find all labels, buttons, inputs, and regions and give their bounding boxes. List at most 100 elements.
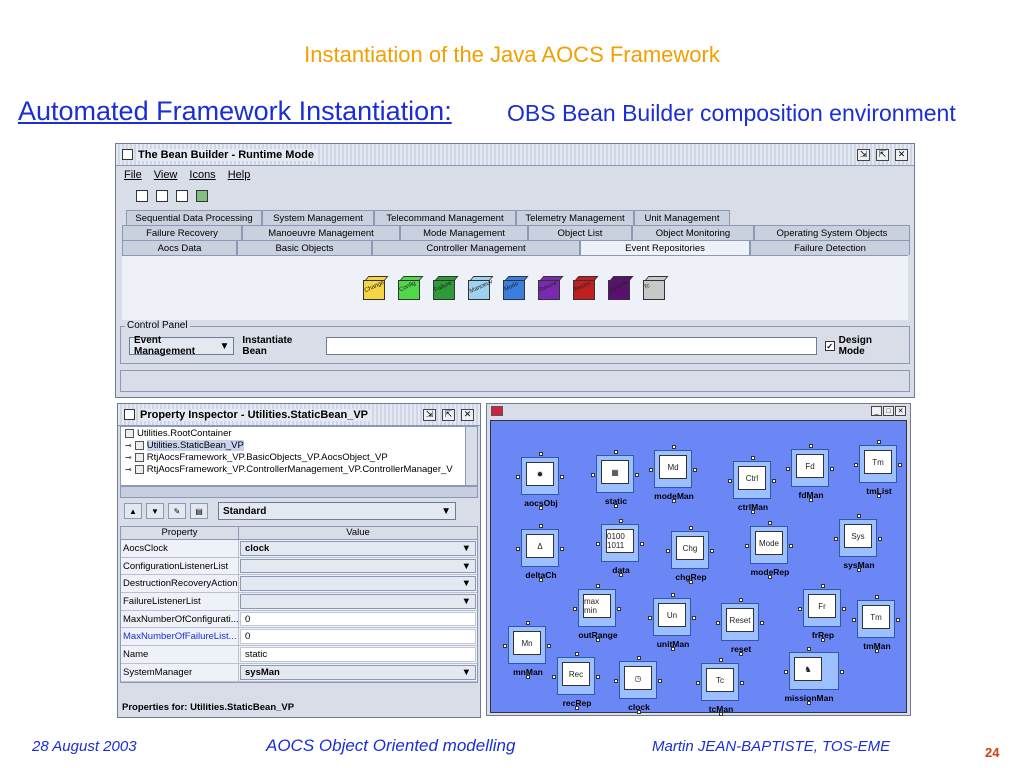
connection-handle[interactable]	[719, 658, 723, 662]
close-icon[interactable]: ✕	[895, 148, 908, 161]
composition-titlebar[interactable]: _ □ ✕	[487, 404, 910, 418]
connection-handle[interactable]	[854, 463, 858, 467]
connection-handle[interactable]	[516, 475, 520, 479]
connection-handle[interactable]	[696, 681, 700, 685]
connection-handle[interactable]	[619, 573, 623, 577]
node-ctrlMan[interactable]: Ctrl ctrlMan	[728, 456, 776, 514]
open-folder-icon[interactable]	[156, 190, 168, 202]
node-modeRep[interactable]: Mode modeRep	[745, 521, 793, 579]
connection-handle[interactable]	[671, 593, 675, 597]
node-tmList[interactable]: Tm tmList	[854, 440, 902, 498]
connection-handle[interactable]	[857, 514, 861, 518]
connection-handle[interactable]	[596, 675, 600, 679]
bean-6-icon[interactable]: Recov	[571, 274, 599, 302]
property-value-field[interactable]: static	[240, 647, 476, 662]
node-frRep[interactable]: Fr frRep	[798, 584, 846, 642]
connection-handle[interactable]	[875, 595, 879, 599]
maximize-icon[interactable]: ⇱	[442, 408, 455, 421]
tree-vertical-scrollbar[interactable]	[465, 427, 477, 485]
node-mnMan[interactable]: Mn mnMan	[503, 621, 551, 679]
connection-handle[interactable]	[635, 473, 639, 477]
tab-telemetry-management[interactable]: Telemetry Management	[516, 210, 634, 225]
node-static[interactable]: ▦ static	[591, 450, 639, 508]
connection-handle[interactable]	[821, 638, 825, 642]
connection-handle[interactable]	[739, 652, 743, 656]
close-icon[interactable]: ✕	[895, 406, 906, 416]
instantiate-bean-input[interactable]	[325, 337, 817, 355]
connection-handle[interactable]	[768, 575, 772, 579]
tree-item[interactable]: ⊸ RtjAocsFramework_VP.ControllerManagemen…	[125, 463, 477, 475]
connection-handle[interactable]	[573, 607, 577, 611]
connection-handle[interactable]	[614, 679, 618, 683]
connection-handle[interactable]	[539, 578, 543, 582]
connection-handle[interactable]	[896, 618, 900, 622]
design-mode-toggle[interactable]: ✓ Design Mode	[824, 335, 899, 357]
tab-basic-objects[interactable]: Basic Objects	[237, 240, 372, 255]
connection-handle[interactable]	[809, 444, 813, 448]
column-value[interactable]: Value	[239, 527, 477, 539]
bean-8-icon[interactable]: Tc	[641, 274, 669, 302]
node-modeMan[interactable]: Md modeMan	[649, 445, 697, 503]
connection-handle[interactable]	[614, 504, 618, 508]
connection-handle[interactable]	[740, 681, 744, 685]
tab-object-list[interactable]: Object List	[528, 225, 632, 240]
connection-handle[interactable]	[877, 494, 881, 498]
connection-handle[interactable]	[671, 647, 675, 651]
tab-controller-management[interactable]: Controller Management	[372, 240, 580, 255]
tab-operating-system-objects[interactable]: Operating System Objects	[754, 225, 910, 240]
column-property[interactable]: Property	[121, 527, 239, 539]
property-value-field[interactable]: 0	[240, 611, 476, 627]
connection-handle[interactable]	[768, 521, 772, 525]
bean-3-icon[interactable]: Manoeuv	[466, 274, 494, 302]
tab-telecommand-management[interactable]: Telecommand Management	[374, 210, 516, 225]
connection-handle[interactable]	[877, 440, 881, 444]
minimize-icon[interactable]: ⇲	[857, 148, 870, 161]
menu-file[interactable]: File	[124, 169, 142, 181]
connection-handle[interactable]	[596, 638, 600, 642]
minimize-icon[interactable]: _	[871, 406, 882, 416]
connection-handle[interactable]	[560, 475, 564, 479]
event-management-select[interactable]: Event Management ▼	[129, 335, 235, 357]
node-missionMan[interactable]: ♞ missionMan	[784, 647, 844, 705]
tree-horizontal-scrollbar[interactable]	[120, 486, 478, 498]
connection-handle[interactable]	[614, 450, 618, 454]
connection-handle[interactable]	[840, 670, 844, 674]
tab-event-repositories[interactable]: Event Repositories	[580, 240, 750, 255]
property-value-combo[interactable]: ▼	[240, 576, 476, 592]
connection-handle[interactable]	[526, 675, 530, 679]
tab-unit-management[interactable]: Unit Management	[634, 210, 730, 225]
connection-handle[interactable]	[575, 652, 579, 656]
connection-handle[interactable]	[526, 621, 530, 625]
subtitle-link[interactable]: Automated Framework Instantiation:	[18, 96, 452, 127]
connection-handle[interactable]	[516, 547, 520, 551]
bean-builder-titlebar[interactable]: The Bean Builder - Runtime Mode ⇲ ⇱ ✕	[116, 144, 914, 166]
menu-view[interactable]: View	[154, 169, 178, 181]
node-data[interactable]: 0100 1011 data	[596, 519, 644, 577]
tree-item[interactable]: Utilities.RootContainer	[125, 427, 477, 439]
node-outRange[interactable]: max min outRange	[573, 584, 621, 642]
node-sysMan[interactable]: Sys sysMan	[834, 514, 882, 572]
connection-handle[interactable]	[821, 584, 825, 588]
new-file-icon[interactable]	[136, 190, 148, 202]
connection-handle[interactable]	[672, 499, 676, 503]
connection-handle[interactable]	[809, 498, 813, 502]
edit-icon[interactable]: ✎	[168, 503, 186, 519]
node-fdMan[interactable]: Fd fdMan	[786, 444, 834, 502]
expand-icon[interactable]: ⊸	[125, 465, 132, 474]
expand-icon[interactable]: ⊸	[125, 453, 132, 462]
bean-2-icon[interactable]: Failure	[431, 274, 459, 302]
up-arrow-icon[interactable]: ▲	[124, 503, 142, 519]
maximize-icon[interactable]: □	[883, 406, 894, 416]
connection-handle[interactable]	[503, 644, 507, 648]
connection-handle[interactable]	[751, 456, 755, 460]
connection-handle[interactable]	[745, 544, 749, 548]
node-deltaCh[interactable]: ΔdeltaCh	[516, 524, 564, 582]
connection-handle[interactable]	[857, 568, 861, 572]
design-mode-checkbox[interactable]: ✓	[824, 341, 835, 351]
menu-help[interactable]: Help	[228, 169, 251, 181]
bean-4-icon[interactable]: Mode	[501, 274, 529, 302]
connection-handle[interactable]	[666, 549, 670, 553]
composition-canvas[interactable]: ✹ aocsObj ▦ static Md modeMan Ctrl ctrlMan Fd fdM…	[490, 420, 907, 716]
connection-handle[interactable]	[719, 712, 723, 716]
connection-handle[interactable]	[878, 537, 882, 541]
